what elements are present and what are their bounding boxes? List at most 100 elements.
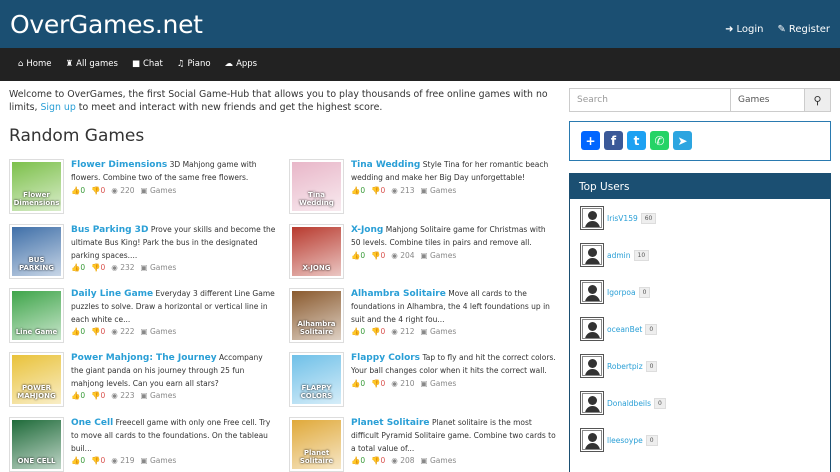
game-thumbnail[interactable]: X-JONG (289, 224, 344, 279)
game-title-link[interactable]: Flappy Colors (351, 353, 420, 363)
dislike-button[interactable]: 👎0 (371, 327, 385, 336)
category-link[interactable]: ▣ Games (421, 186, 457, 195)
game-title-link[interactable]: Flower Dimensions (71, 160, 167, 170)
game-card[interactable]: Planet Solitaire Planet Solitaire Planet … (289, 417, 556, 472)
dislike-button[interactable]: 👎0 (91, 263, 105, 272)
like-button[interactable]: 👍0 (71, 263, 85, 272)
username-link[interactable]: lleesoype (607, 436, 643, 445)
game-title-link[interactable]: X-Jong (351, 225, 383, 235)
game-thumbnail[interactable]: FLAPPY COLORS (289, 352, 344, 407)
top-user-item[interactable]: Igorpoa 0 (580, 280, 651, 304)
game-thumbnail[interactable]: Flower Dimensions (9, 159, 64, 214)
username-link[interactable]: Donaldbeils (607, 399, 651, 408)
game-card[interactable]: Flower Dimensions Flower Dimensions 3D Ma… (9, 159, 274, 219)
search-button[interactable]: ⚲ (805, 88, 831, 112)
dislike-button[interactable]: 👎0 (371, 186, 385, 195)
category-link[interactable]: ▣ Games (141, 263, 177, 272)
avatar[interactable] (580, 243, 604, 267)
like-button[interactable]: 👍0 (351, 379, 365, 388)
like-button[interactable]: 👍0 (71, 327, 85, 336)
like-button[interactable]: 👍0 (71, 456, 85, 465)
category-link[interactable]: ▣ Games (421, 379, 457, 388)
top-user-item[interactable]: IrisV159 60 (580, 206, 657, 230)
like-button[interactable]: 👍0 (71, 186, 85, 195)
like-button[interactable]: 👍0 (351, 327, 365, 336)
top-user-item[interactable]: Robertpiz 0 (580, 354, 658, 378)
search-input[interactable]: Search (569, 88, 731, 112)
avatar[interactable] (580, 280, 604, 304)
share-add-button[interactable]: + (581, 131, 600, 150)
game-thumbnail[interactable]: Planet Solitaire (289, 417, 344, 472)
game-title-link[interactable]: Daily Line Game (71, 289, 153, 299)
like-button[interactable]: 👍0 (351, 251, 365, 260)
signup-link[interactable]: Sign up (40, 102, 75, 113)
username-link[interactable]: IrisV159 (607, 214, 638, 223)
game-thumbnail[interactable]: POWER MAHJONG (9, 352, 64, 407)
site-logo[interactable]: OverGames.net (10, 10, 203, 39)
avatar[interactable] (580, 206, 604, 230)
share-telegram-button[interactable]: ➤ (673, 131, 692, 150)
like-button[interactable]: 👍0 (351, 456, 365, 465)
dislike-button[interactable]: 👎0 (91, 327, 105, 336)
game-title-link[interactable]: Power Mahjong: The Journey (71, 353, 217, 363)
top-user-item[interactable]: admin 10 (580, 243, 650, 267)
avatar[interactable] (580, 317, 604, 341)
avatar[interactable] (580, 391, 604, 415)
dislike-count: 0 (100, 263, 106, 272)
top-user-item[interactable]: Donaldbeils 0 (580, 391, 666, 415)
game-card[interactable]: ONE CELL One Cell Freecell game with only… (9, 417, 274, 472)
game-title-link[interactable]: Alhambra Solitaire (351, 289, 446, 299)
category-link[interactable]: ▣ Games (141, 327, 177, 336)
game-thumbnail[interactable]: Alhambra Solitaire (289, 288, 344, 343)
nav-item-piano[interactable]: ♫ Piano (177, 59, 211, 69)
share-facebook-button[interactable]: f (604, 131, 623, 150)
category-link[interactable]: ▣ Games (141, 391, 177, 400)
dislike-button[interactable]: 👎0 (371, 251, 385, 260)
avatar[interactable] (580, 428, 604, 452)
top-user-item[interactable]: lleesoype 0 (580, 428, 658, 452)
game-card[interactable]: Alhambra Solitaire Alhambra Solitaire Mov… (289, 288, 554, 348)
like-button[interactable]: 👍0 (71, 391, 85, 400)
nav-item-chat[interactable]: ■ Chat (132, 59, 163, 69)
dislike-button[interactable]: 👎0 (91, 391, 105, 400)
avatar[interactable] (580, 354, 604, 378)
username-link[interactable]: admin (607, 251, 631, 260)
category-link[interactable]: ▣ Games (421, 327, 457, 336)
like-button[interactable]: 👍0 (351, 186, 365, 195)
dislike-button[interactable]: 👎0 (371, 456, 385, 465)
game-thumbnail[interactable]: ONE CELL (9, 417, 64, 472)
game-card[interactable]: Line Game Daily Line Game Everyday 3 diff… (9, 288, 276, 348)
game-thumbnail[interactable]: Line Game (9, 288, 64, 343)
username-link[interactable]: oceanBet (607, 325, 642, 334)
category-link[interactable]: ▣ Games (141, 186, 177, 195)
game-card[interactable]: BUS PARKING Bus Parking 3D Prove your ski… (9, 224, 275, 284)
game-card[interactable]: FLAPPY COLORS Flappy Colors Tap to fly an… (289, 352, 556, 412)
username-link[interactable]: Robertpiz (607, 362, 643, 371)
nav-item-home[interactable]: ⌂ Home (18, 59, 52, 69)
username-link[interactable]: Igorpoa (607, 288, 636, 297)
register-link[interactable]: ✎ Register (777, 24, 830, 35)
category-link[interactable]: ▣ Games (421, 456, 457, 465)
game-card[interactable]: POWER MAHJONG Power Mahjong: The Journey … (9, 352, 274, 412)
top-user-item[interactable]: oceanBet 0 (580, 317, 658, 341)
game-title-link[interactable]: Bus Parking 3D (71, 225, 148, 235)
nav-item-all-games[interactable]: ♜ All games (66, 59, 118, 69)
game-thumbnail[interactable]: BUS PARKING (9, 224, 64, 279)
login-link[interactable]: ➜ Login (725, 24, 763, 35)
game-title-link[interactable]: Tina Wedding (351, 160, 420, 170)
game-card[interactable]: Tina Wedding Tina Wedding Style Tina for … (289, 159, 554, 219)
search-category-select[interactable]: Games (731, 88, 805, 112)
nav-item-apps[interactable]: ☁ Apps (225, 59, 258, 69)
game-title-link[interactable]: One Cell (71, 418, 113, 428)
game-title-link[interactable]: Planet Solitaire (351, 418, 430, 428)
dislike-button[interactable]: 👎0 (91, 186, 105, 195)
game-description: Daily Line Game Everyday 3 different Lin… (71, 288, 276, 326)
category-link[interactable]: ▣ Games (141, 456, 177, 465)
share-whatsapp-button[interactable]: ✆ (650, 131, 669, 150)
category-link[interactable]: ▣ Games (421, 251, 457, 260)
game-thumbnail[interactable]: Tina Wedding (289, 159, 344, 214)
game-card[interactable]: X-JONG X-Jong Mahjong Solitaire game for … (289, 224, 554, 284)
dislike-button[interactable]: 👎0 (91, 456, 105, 465)
dislike-button[interactable]: 👎0 (371, 379, 385, 388)
share-twitter-button[interactable]: t (627, 131, 646, 150)
